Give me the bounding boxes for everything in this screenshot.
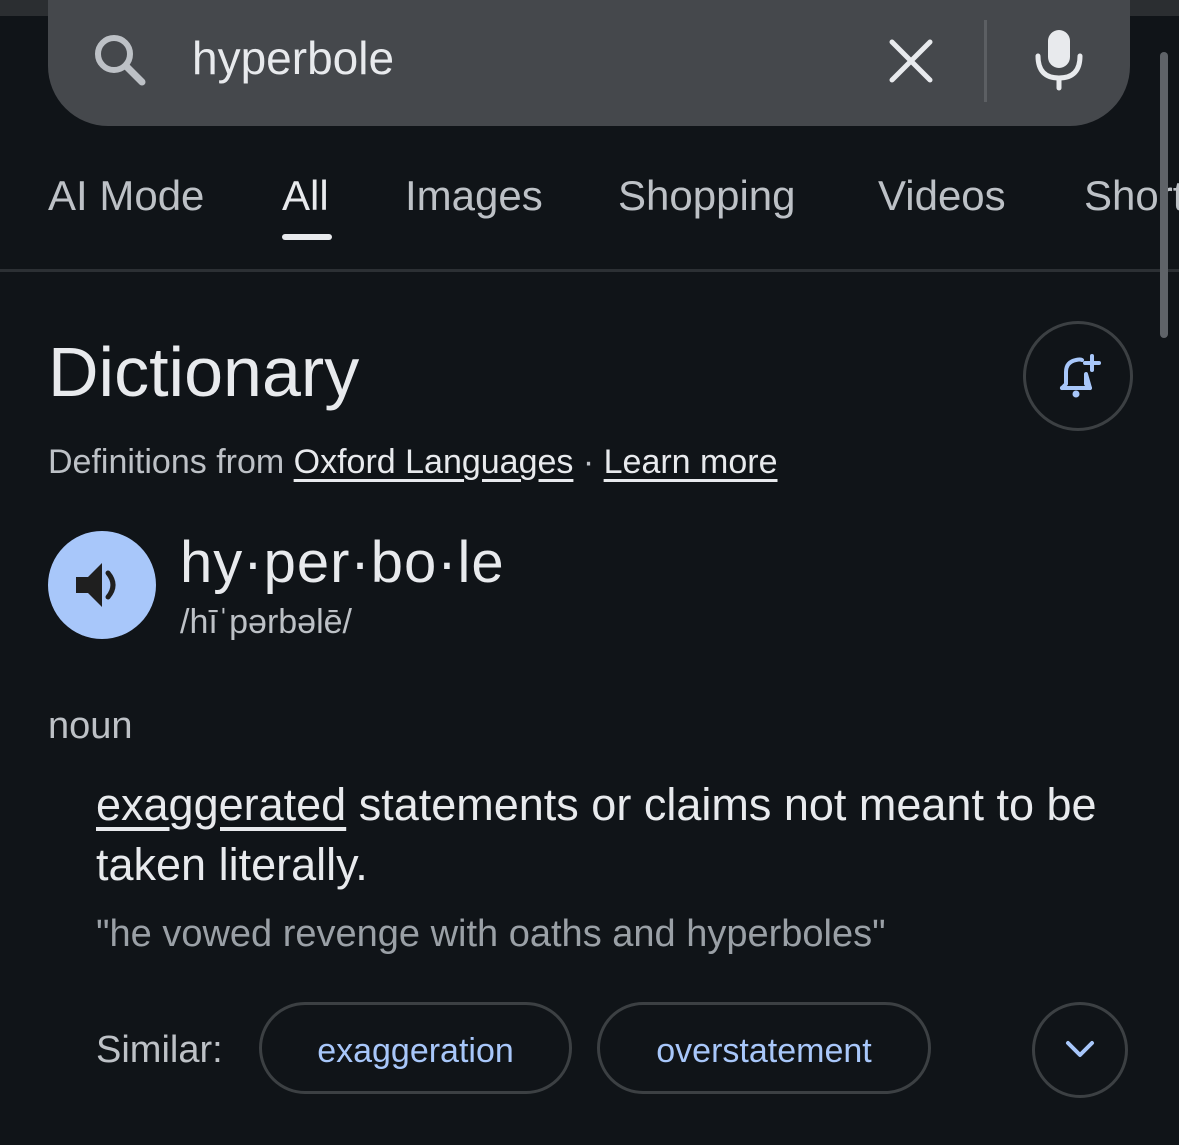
tabs-divider xyxy=(0,269,1179,272)
active-tab-indicator xyxy=(282,234,332,240)
speaker-icon xyxy=(76,563,116,607)
dictionary-title: Dictionary xyxy=(48,333,360,411)
definition: exaggerated statements or claims not mea… xyxy=(96,775,1136,895)
similar-chip-overstatement[interactable]: overstatement xyxy=(597,1002,931,1094)
pronunciation: /hīˈpərbəlē/ xyxy=(180,603,352,641)
learn-more-link[interactable]: Learn more xyxy=(604,443,778,481)
chevron-down-icon xyxy=(1066,1041,1094,1057)
similar-chip-exaggeration[interactable]: exaggeration xyxy=(259,1002,572,1094)
oxford-languages-link[interactable]: Oxford Languages xyxy=(294,443,574,481)
usage-example: "he vowed revenge with oaths and hyperbo… xyxy=(96,913,886,955)
close-icon[interactable] xyxy=(882,32,940,90)
search-input[interactable]: hyperbole xyxy=(192,30,394,86)
expand-button[interactable] xyxy=(1032,1002,1128,1098)
search-divider xyxy=(984,20,987,102)
mic-icon[interactable] xyxy=(1030,24,1088,94)
tab-images[interactable]: Images xyxy=(405,170,543,222)
tab-shopping[interactable]: Shopping xyxy=(618,170,796,222)
pronunciation-button[interactable] xyxy=(48,531,156,639)
source-separator: · xyxy=(573,443,604,481)
headword: hy·per·bo·le xyxy=(180,530,505,595)
notification-add-button[interactable] xyxy=(1023,321,1133,431)
dictionary-source: Definitions from Oxford Languages · Lear… xyxy=(48,440,778,484)
source-prefix: Definitions from xyxy=(48,443,294,481)
part-of-speech: noun xyxy=(48,705,133,747)
tab-videos[interactable]: Videos xyxy=(878,170,1006,222)
notification-add-icon xyxy=(1060,354,1101,398)
search-icon[interactable] xyxy=(90,30,148,88)
tab-all[interactable]: All xyxy=(282,170,329,222)
definition-link[interactable]: exaggerated xyxy=(96,779,346,830)
scrollbar[interactable] xyxy=(1160,52,1168,338)
similar-label: Similar: xyxy=(96,1029,223,1071)
tab-ai-mode[interactable]: AI Mode xyxy=(48,170,204,222)
